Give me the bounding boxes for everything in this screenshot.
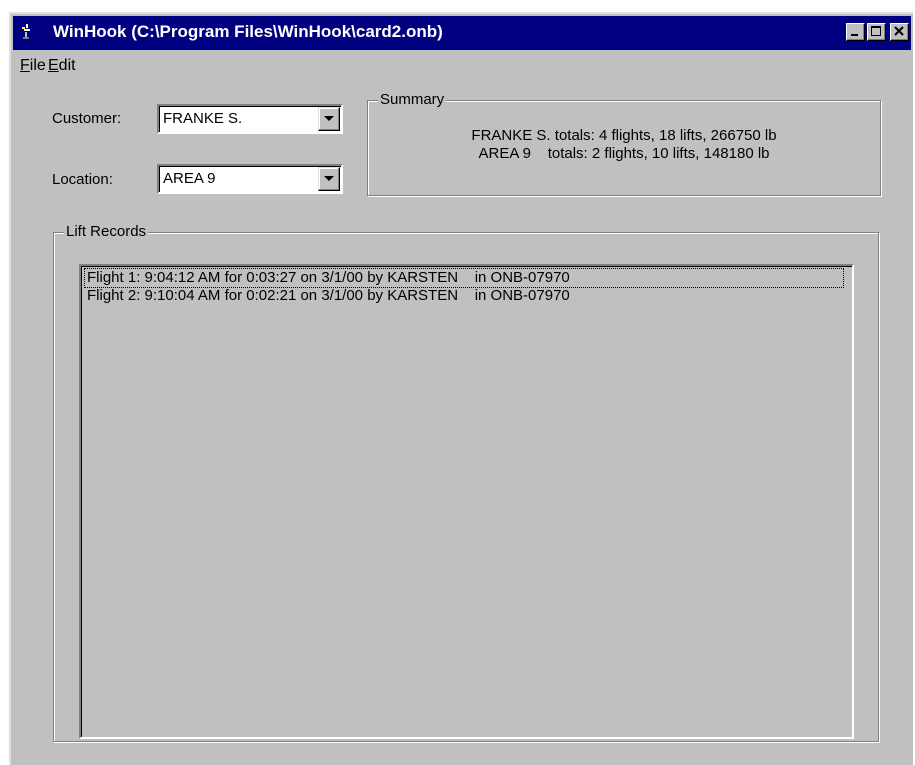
menu-edit-mnemonic: E [48, 57, 59, 74]
list-item[interactable]: Flight 1: 9:04:12 AM for 0:03:27 on 3/1/… [84, 268, 844, 288]
maximize-button[interactable] [867, 23, 886, 41]
customer-combobox[interactable]: FRANKE S. [157, 104, 343, 134]
lift-records-caption: Lift Records [64, 223, 149, 241]
app-icon[interactable] [19, 24, 37, 42]
chevron-down-icon [324, 176, 334, 181]
title-bar[interactable]: WinHook (C:\Program Files\WinHook\card2.… [13, 16, 911, 50]
window-title: WinHook (C:\Program Files\WinHook\card2.… [53, 22, 443, 41]
lift-records-list[interactable]: Flight 1: 9:04:12 AM for 0:03:27 on 3/1/… [79, 264, 854, 739]
chevron-down-icon [324, 116, 334, 121]
menu-edit[interactable]: Edit [48, 56, 76, 76]
summary-location-totals: AREA 9 totals: 2 flights, 10 lifts, 1481… [478, 145, 770, 162]
maximize-icon [871, 26, 881, 36]
list-item[interactable]: Flight 2: 9:10:04 AM for 0:02:21 on 3/1/… [85, 287, 572, 305]
minimize-button[interactable] [846, 23, 865, 41]
location-label: Location: [52, 171, 113, 188]
menu-file[interactable]: File [20, 56, 46, 76]
close-button[interactable] [890, 23, 909, 41]
minimize-icon [851, 34, 858, 36]
location-combobox[interactable]: AREA 9 [157, 164, 343, 194]
menu-file-label: ile [29, 57, 46, 74]
menu-file-mnemonic: F [20, 57, 30, 74]
customer-value: FRANKE S. [163, 110, 243, 127]
summary-customer-totals: FRANKE S. totals: 4 flights, 18 lifts, 2… [471, 127, 777, 144]
close-icon [894, 26, 904, 36]
location-dropdown-button[interactable] [318, 167, 340, 191]
summary-caption: Summary [378, 91, 447, 109]
menu-bar: File Edit [13, 54, 911, 78]
location-value: AREA 9 [163, 170, 216, 187]
app-window: WinHook (C:\Program Files\WinHook\card2.… [9, 12, 913, 765]
customer-label: Customer: [52, 110, 122, 127]
menu-edit-label: dit [58, 57, 76, 74]
summary-group: Summary FRANKE S. totals: 4 flights, 18 … [367, 91, 881, 196]
customer-dropdown-button[interactable] [318, 107, 340, 131]
